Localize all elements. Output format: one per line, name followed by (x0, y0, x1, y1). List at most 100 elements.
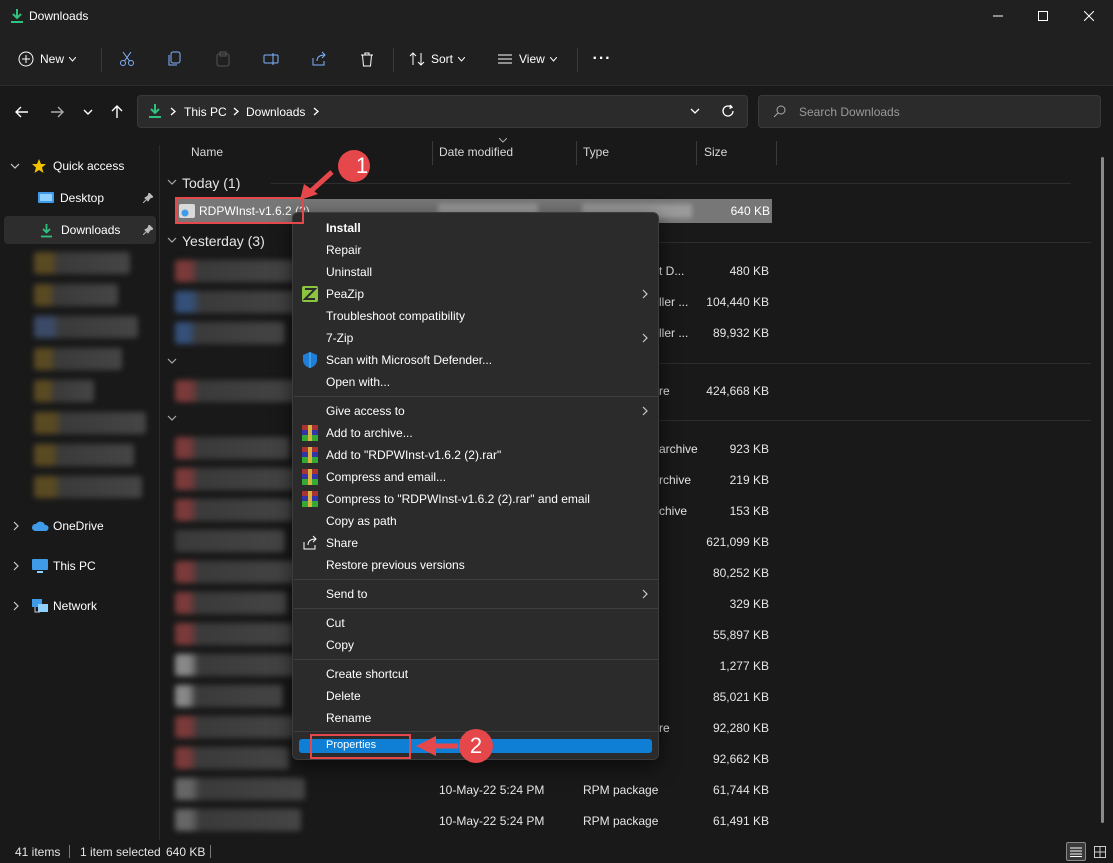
size-cell: 923 KB (729, 442, 769, 456)
command-bar: New Sort View ··· (0, 32, 1113, 86)
size-cell: 89,932 KB (712, 326, 769, 340)
defender-shield-icon (303, 352, 317, 368)
size-cell: 92,662 KB (712, 752, 769, 766)
menu-item-rename[interactable]: Rename (326, 711, 371, 725)
size-cell: 61,744 KB (712, 783, 769, 797)
type-cell: RPM package (583, 783, 659, 797)
menu-item-repair[interactable]: Repair (326, 243, 361, 257)
chevron-right-icon (642, 333, 648, 343)
details-view-button[interactable] (1066, 842, 1086, 861)
details-view-icon (1070, 847, 1082, 857)
tiles-view-button[interactable] (1090, 842, 1110, 861)
copy-button[interactable] (163, 46, 187, 72)
winrar-icon (302, 491, 318, 507)
sort-button[interactable]: Sort (409, 46, 466, 72)
step-2-label: 2 (469, 733, 483, 758)
date-cell: 10-May-22 5:24 PM (439, 814, 545, 828)
tiles-view-icon (1094, 845, 1106, 858)
menu-item-peazip[interactable]: PeaZip (326, 287, 364, 301)
chevron-right-icon (642, 406, 648, 416)
menu-item-restore-previous[interactable]: Restore previous versions (326, 558, 465, 572)
column-header-name[interactable]: Name (191, 145, 223, 159)
address-bar[interactable]: This PC Downloads (137, 95, 748, 128)
minimize-button[interactable] (975, 0, 1021, 32)
step-1-label: 1 (355, 153, 369, 178)
address-row: This PC Downloads Search Downloads (0, 87, 1113, 137)
more-button[interactable]: ··· (591, 46, 613, 72)
address-history-button[interactable] (690, 108, 700, 114)
menu-item-cut[interactable]: Cut (326, 616, 345, 630)
column-header-date[interactable]: Date modified (439, 145, 513, 159)
refresh-button[interactable] (721, 104, 735, 118)
chevron-down-icon (458, 56, 466, 62)
maximize-button[interactable] (1020, 0, 1066, 32)
rename-icon (263, 53, 279, 65)
rename-button[interactable] (259, 46, 283, 72)
menu-item-delete[interactable]: Delete (326, 689, 361, 703)
menu-item-add-to-archive[interactable]: Add to archive... (326, 426, 413, 440)
chevron-down-icon (167, 179, 177, 185)
clipboard-icon (216, 51, 230, 67)
downloads-icon (148, 103, 162, 119)
menu-item-compress-rar-email[interactable]: Compress to "RDPWInst-v1.6.2 (2).rar" an… (326, 492, 590, 506)
menu-item-copy-as-path[interactable]: Copy as path (326, 514, 397, 528)
share-button[interactable] (307, 46, 331, 72)
menu-item-troubleshoot[interactable]: Troubleshoot compatibility (326, 309, 465, 323)
menu-item-copy[interactable]: Copy (326, 638, 354, 652)
delete-button[interactable] (355, 46, 379, 72)
recent-locations-button[interactable] (76, 99, 100, 125)
new-label: New (40, 52, 65, 66)
date-cell: 10-May-22 5:24 PM (439, 783, 545, 797)
menu-item-uninstall[interactable]: Uninstall (326, 265, 372, 279)
share-icon (312, 51, 326, 66)
forward-button[interactable] (45, 99, 69, 125)
sidebar-item-network[interactable]: Network (4, 592, 156, 620)
size-cell: 153 KB (729, 504, 769, 518)
sidebar-item-downloads[interactable]: Downloads (4, 216, 156, 244)
breadcrumb-this-pc[interactable]: This PC (184, 105, 227, 119)
menu-item-send-to[interactable]: Send to (326, 587, 367, 601)
sidebar-item-this-pc[interactable]: This PC (4, 552, 156, 580)
size-cell: 621,099 KB (706, 535, 769, 549)
new-button[interactable]: New (18, 46, 77, 72)
group-header-yesterday[interactable]: Yesterday (3) (182, 233, 265, 249)
menu-item-defender[interactable]: Scan with Microsoft Defender... (326, 353, 492, 367)
chevron-right-icon (642, 289, 648, 299)
search-box[interactable]: Search Downloads (758, 95, 1101, 128)
menu-item-give-access[interactable]: Give access to (326, 404, 405, 418)
paste-button[interactable] (211, 46, 235, 72)
chevron-down-icon (69, 56, 77, 62)
winrar-icon (302, 447, 318, 463)
peazip-icon (302, 286, 318, 302)
view-button[interactable]: View (497, 46, 557, 72)
size-cell: 80,252 KB (712, 566, 769, 580)
chevron-down-icon (10, 163, 20, 169)
search-placeholder: Search Downloads (799, 105, 900, 119)
chevron-down-icon (549, 56, 557, 62)
navigation-pane: Quick access Desktop Downloads OneDrive … (0, 145, 160, 840)
sidebar-item-desktop[interactable]: Desktop (4, 184, 156, 212)
menu-item-compress-email[interactable]: Compress and email... (326, 470, 446, 484)
back-button[interactable] (10, 99, 34, 125)
sidebar-item-quick-access[interactable]: Quick access (4, 152, 156, 180)
up-button[interactable] (105, 99, 129, 125)
menu-item-7zip[interactable]: 7-Zip (326, 331, 353, 345)
menu-item-add-to-rar[interactable]: Add to "RDPWInst-v1.6.2 (2).rar" (326, 448, 501, 462)
type-cell: RPM package (583, 814, 659, 828)
sidebar-item-onedrive[interactable]: OneDrive (4, 512, 156, 540)
cut-button[interactable] (115, 46, 139, 72)
column-header-type[interactable]: Type (583, 145, 609, 159)
group-header-today[interactable]: Today (1) (182, 175, 240, 191)
menu-item-open-with[interactable]: Open with... (326, 375, 390, 389)
size-cell: 219 KB (729, 473, 769, 487)
menu-item-install[interactable]: Install (326, 221, 361, 235)
status-selected: 1 item selected (80, 845, 161, 859)
menu-item-create-shortcut[interactable]: Create shortcut (326, 667, 408, 681)
breadcrumb-downloads[interactable]: Downloads (246, 105, 305, 119)
column-header-size[interactable]: Size (704, 145, 727, 159)
winrar-icon (302, 425, 318, 441)
close-button[interactable] (1066, 0, 1112, 32)
menu-item-share[interactable]: Share (326, 536, 358, 550)
scrollbar-thumb[interactable] (1101, 157, 1104, 823)
size-cell: 480 KB (729, 264, 769, 278)
